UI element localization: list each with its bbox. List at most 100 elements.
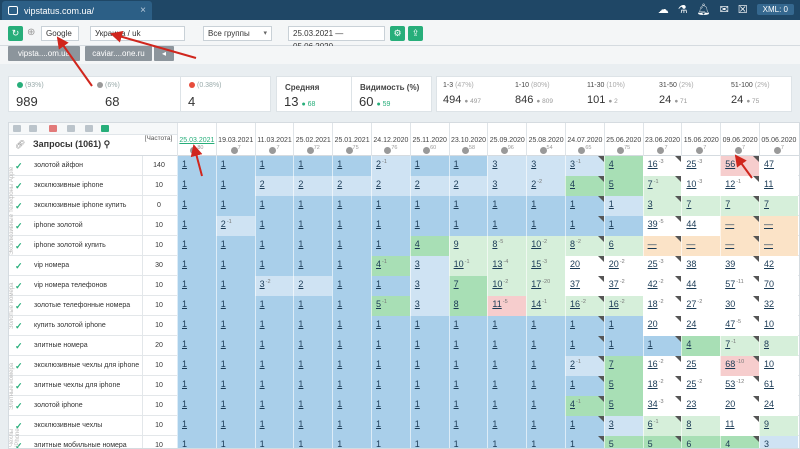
position-cell[interactable]: 6	[681, 436, 721, 448]
tool-icon[interactable]	[67, 125, 75, 132]
position-cell[interactable]: 23	[681, 396, 721, 416]
browser-tab[interactable]: vipstatus.com.ua/ ×	[2, 1, 152, 20]
position-cell[interactable]: 25-3	[681, 156, 721, 176]
refresh-button[interactable]: ↻	[8, 26, 23, 41]
position-cell[interactable]: 4	[720, 436, 759, 448]
position-cell[interactable]: 18-2	[642, 376, 682, 396]
date-column-header[interactable]: 25.02.2021 72	[293, 123, 332, 156]
position-cell[interactable]: 1	[177, 276, 216, 296]
position-cell[interactable]: 27-2	[681, 296, 721, 316]
date-column-header[interactable]: 23.06.2020 7	[642, 123, 682, 156]
position-cell[interactable]: 1	[332, 276, 371, 296]
position-cell[interactable]: 1	[409, 376, 449, 396]
position-cell[interactable]: 2	[254, 176, 294, 196]
position-cell[interactable]: 7	[603, 356, 643, 376]
position-cell[interactable]: 11	[720, 416, 759, 436]
position-cell[interactable]: 1	[215, 236, 255, 256]
position-cell[interactable]: 1	[487, 396, 527, 416]
position-cell[interactable]: 37-2	[603, 276, 643, 296]
position-cell[interactable]: 20	[565, 256, 604, 276]
position-cell[interactable]: 1	[254, 216, 294, 236]
link-icon[interactable]	[49, 125, 57, 132]
position-cell[interactable]: 1	[254, 316, 294, 336]
position-cell[interactable]: 10-1	[448, 256, 488, 276]
position-cell[interactable]: 1	[565, 376, 604, 396]
position-cell[interactable]: 1	[448, 336, 488, 356]
query-text[interactable]: элитные чехлы для iphone	[34, 382, 120, 389]
position-cell[interactable]: 1	[603, 316, 643, 336]
position-cell[interactable]: 1	[448, 376, 488, 396]
date-column-header[interactable]: 25.01.2021 75	[332, 123, 371, 156]
position-cell[interactable]: 1	[526, 316, 565, 336]
position-cell[interactable]: 1	[254, 416, 294, 436]
position-cell[interactable]: 1	[371, 396, 410, 416]
position-cell[interactable]: 1	[371, 276, 410, 296]
position-cell[interactable]: 1	[526, 416, 565, 436]
position-cell[interactable]: 1	[215, 256, 255, 276]
position-cell[interactable]: 16-3	[642, 156, 682, 176]
position-cell[interactable]: 1	[448, 396, 488, 416]
date-column-header[interactable]: 05.06.2020 7	[759, 123, 798, 156]
position-cell[interactable]: 20-2	[603, 256, 643, 276]
frequency-header[interactable]: [Частота]	[142, 135, 175, 142]
date-column-header[interactable]: 25.06.2020 75	[603, 123, 643, 156]
position-cell[interactable]: 2	[371, 176, 410, 196]
position-cell[interactable]: 34-3	[642, 396, 682, 416]
position-cell[interactable]: 1	[293, 216, 333, 236]
position-cell[interactable]: 4	[565, 176, 604, 196]
position-cell[interactable]: 1	[332, 436, 371, 448]
query-text[interactable]: золотой iphone	[34, 402, 83, 409]
position-cell[interactable]: 70	[759, 276, 798, 296]
position-cell[interactable]: 1	[565, 216, 604, 236]
position-cell[interactable]: 8-2	[565, 236, 604, 256]
position-cell[interactable]: 1	[293, 396, 333, 416]
position-cell[interactable]: 1	[565, 416, 604, 436]
position-cell[interactable]: 1	[332, 156, 371, 176]
position-cell[interactable]: —	[642, 236, 682, 256]
position-cell[interactable]: 12-1	[720, 176, 759, 196]
flask-icon[interactable]: ⚗	[678, 3, 688, 16]
position-cell[interactable]: 1	[371, 436, 410, 448]
paperclip-icon[interactable]: 🔗︎	[15, 140, 25, 149]
position-cell[interactable]: 1	[487, 316, 527, 336]
position-cell[interactable]: 3	[409, 296, 449, 316]
position-cell[interactable]: 1	[371, 376, 410, 396]
position-cell[interactable]: 6	[603, 236, 643, 256]
position-cell[interactable]: 1	[603, 216, 643, 236]
position-cell[interactable]: 1	[409, 156, 449, 176]
position-cell[interactable]: 5	[603, 176, 643, 196]
position-cell[interactable]: 1	[371, 216, 410, 236]
position-cell[interactable]: 1	[177, 396, 216, 416]
position-cell[interactable]: 1	[215, 356, 255, 376]
position-cell[interactable]: —	[681, 236, 721, 256]
position-cell[interactable]: 1	[332, 216, 371, 236]
position-cell[interactable]: 1	[332, 376, 371, 396]
position-cell[interactable]: 4	[409, 236, 449, 256]
position-cell[interactable]: 1	[215, 196, 255, 216]
position-cell[interactable]: 1	[371, 336, 410, 356]
date-column-header[interactable]: 09.06.2020 7	[720, 123, 759, 156]
position-cell[interactable]: 2-1	[215, 216, 255, 236]
position-cell[interactable]: 1	[293, 256, 333, 276]
weather-icon[interactable]: ☁	[658, 3, 669, 16]
position-cell[interactable]: 3	[487, 176, 527, 196]
position-cell[interactable]: 3	[409, 276, 449, 296]
date-column-header[interactable]: 11.03.2021 7	[254, 123, 294, 156]
position-cell[interactable]: 1	[177, 236, 216, 256]
position-cell[interactable]: 1	[526, 396, 565, 416]
position-cell[interactable]: 1	[293, 356, 333, 376]
position-cell[interactable]: 1	[177, 336, 216, 356]
position-cell[interactable]: 57-11	[720, 276, 759, 296]
position-cell[interactable]: 1	[371, 416, 410, 436]
position-cell[interactable]: 3	[409, 256, 449, 276]
position-cell[interactable]: 1	[332, 296, 371, 316]
position-cell[interactable]: 8	[759, 336, 798, 356]
position-cell[interactable]: 1	[371, 236, 410, 256]
position-cell[interactable]: 38	[681, 256, 721, 276]
query-text[interactable]: эксклюзивные чехлы	[34, 422, 102, 429]
position-cell[interactable]: 1	[177, 376, 216, 396]
position-cell[interactable]: 10-2	[526, 236, 565, 256]
position-cell[interactable]: 10-2	[487, 276, 527, 296]
position-cell[interactable]: 5	[603, 376, 643, 396]
position-cell[interactable]: 1	[603, 196, 643, 216]
